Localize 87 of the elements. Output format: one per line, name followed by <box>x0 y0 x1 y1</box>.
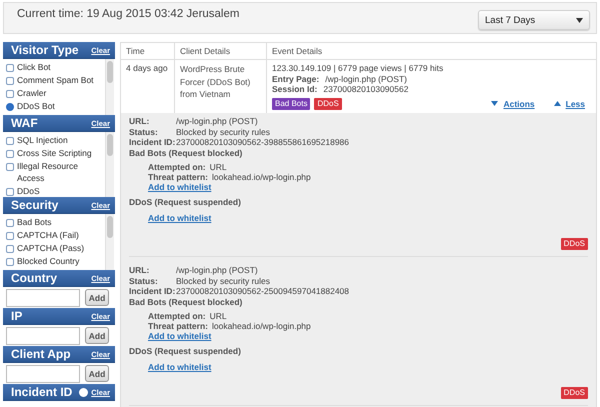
add-button[interactable]: Add <box>85 327 109 344</box>
field-label: Attempted on: <box>148 162 206 172</box>
checkbox[interactable] <box>6 258 14 266</box>
filter-option[interactable]: CAPTCHA (Pass) <box>6 242 103 254</box>
field-label: Status: <box>129 276 159 286</box>
scrollbar[interactable] <box>105 59 114 115</box>
filter-title: IP <box>11 309 22 323</box>
rule-title: DDoS (Request suspended) <box>129 197 242 208</box>
actions-link[interactable]: Actions <box>491 98 535 109</box>
checkbox[interactable] <box>6 102 14 110</box>
filter-option[interactable]: Click Bot <box>6 61 103 73</box>
checkbox[interactable] <box>6 150 14 158</box>
field-label: Attempted on: <box>148 311 206 321</box>
field-label: Threat pattern: <box>148 172 208 182</box>
rule-title: Bad Bots (Request blocked) <box>129 148 244 158</box>
tag-badge: DDoS <box>560 238 588 250</box>
column-header: Client Details <box>175 43 267 59</box>
rule-title: Bad Bots (Request blocked) <box>129 296 244 307</box>
filter-option[interactable]: SQL Injection <box>6 134 103 146</box>
scrollbar[interactable] <box>105 132 114 197</box>
field-value: Blocked by security rules <box>176 276 270 286</box>
whitelist-link[interactable]: Add to whitelist <box>148 362 212 372</box>
filter-input[interactable] <box>6 288 80 306</box>
field-label: Session Id: <box>272 84 318 94</box>
tag-badge: DDoS <box>314 98 342 110</box>
tag-badge: Bad Bots <box>272 98 310 110</box>
checkbox[interactable] <box>6 76 14 84</box>
field-value: Blocked by security rules <box>176 126 270 137</box>
checkbox[interactable] <box>6 244 14 252</box>
caret-icon <box>554 101 561 106</box>
field-label: Incident ID: <box>129 137 176 148</box>
filter-title: Country <box>11 271 57 285</box>
filter-option[interactable]: DDoS <box>6 185 103 197</box>
filter-title: WAF <box>11 116 38 130</box>
add-button[interactable]: Add <box>85 365 109 382</box>
field-label: Status: <box>129 126 159 137</box>
filter-title: Visitor Type <box>11 43 79 57</box>
caret-icon <box>491 101 498 106</box>
whitelist-link[interactable]: Add to whitelist <box>148 212 212 222</box>
filter-option[interactable]: Cross Site Scripting <box>6 147 103 159</box>
column-header: Time <box>121 43 175 59</box>
caret-icon <box>576 18 583 22</box>
current-time: Current time: 19 Aug 2015 03:42 Jerusalem <box>17 7 240 20</box>
event-summary: 123.30.149.109 | 6779 page views | 6779 hits <box>272 63 444 74</box>
whitelist-link[interactable]: Add to whitelist <box>148 182 212 192</box>
filter-option[interactable]: Bad Bots <box>6 216 103 228</box>
rule-title: DDoS (Request suspended) <box>129 346 242 356</box>
filter-title: Incident ID <box>11 385 72 399</box>
whitelist-link[interactable]: Add to whitelist <box>148 331 212 341</box>
scrollbar[interactable] <box>105 214 114 270</box>
field-value: /wp-login.php (POST) <box>325 74 407 84</box>
field-value: 237000820103090562 <box>323 84 408 94</box>
field-value: 237000820103090562-250094597041882408 <box>176 286 350 296</box>
filter-title: Security <box>11 198 58 212</box>
field-value: 237000820103090562-398855861695218986 <box>176 137 350 148</box>
field-label: Incident ID: <box>129 286 176 296</box>
field-label: URL: <box>129 265 150 276</box>
checkbox[interactable] <box>6 218 14 226</box>
filter-input[interactable] <box>6 326 80 344</box>
field-label: URL: <box>129 116 150 126</box>
field-label: Entry Page: <box>272 74 320 84</box>
field-value: lookahead.io/wp-login.php <box>212 321 311 331</box>
filter-title: Client App <box>11 347 71 361</box>
checkbox[interactable] <box>6 188 14 196</box>
tag-badge: DDoS <box>560 386 588 399</box>
field-value: /wp-login.php (POST) <box>176 116 258 126</box>
field-label: Threat pattern: <box>148 321 208 331</box>
checkbox[interactable] <box>6 136 14 144</box>
checkbox[interactable] <box>6 90 14 98</box>
filter-option[interactable]: CAPTCHA (Fail) <box>6 229 103 241</box>
filter-option[interactable]: Crawler <box>6 87 103 99</box>
add-button[interactable]: Add <box>85 289 109 306</box>
field-value: lookahead.io/wp-login.php <box>212 172 311 182</box>
checkbox[interactable] <box>6 162 14 170</box>
checkbox[interactable] <box>6 64 14 72</box>
checkbox[interactable] <box>6 232 14 240</box>
filter-option[interactable]: Blocked Country <box>6 255 103 267</box>
filter-option[interactable]: Illegal Resource Access <box>6 160 103 184</box>
column-header: Event Details <box>271 45 324 58</box>
filter-option[interactable]: DDoS Bot <box>6 100 103 112</box>
less-link[interactable]: Less <box>554 98 585 109</box>
date-range-select[interactable]: Last 7 Days <box>478 10 590 30</box>
filter-input[interactable] <box>6 364 80 382</box>
filter-option[interactable]: Comment Spam Bot <box>6 74 103 86</box>
field-value: /wp-login.php (POST) <box>176 265 258 276</box>
field-value: URL <box>210 311 227 321</box>
field-value: URL <box>210 162 227 172</box>
